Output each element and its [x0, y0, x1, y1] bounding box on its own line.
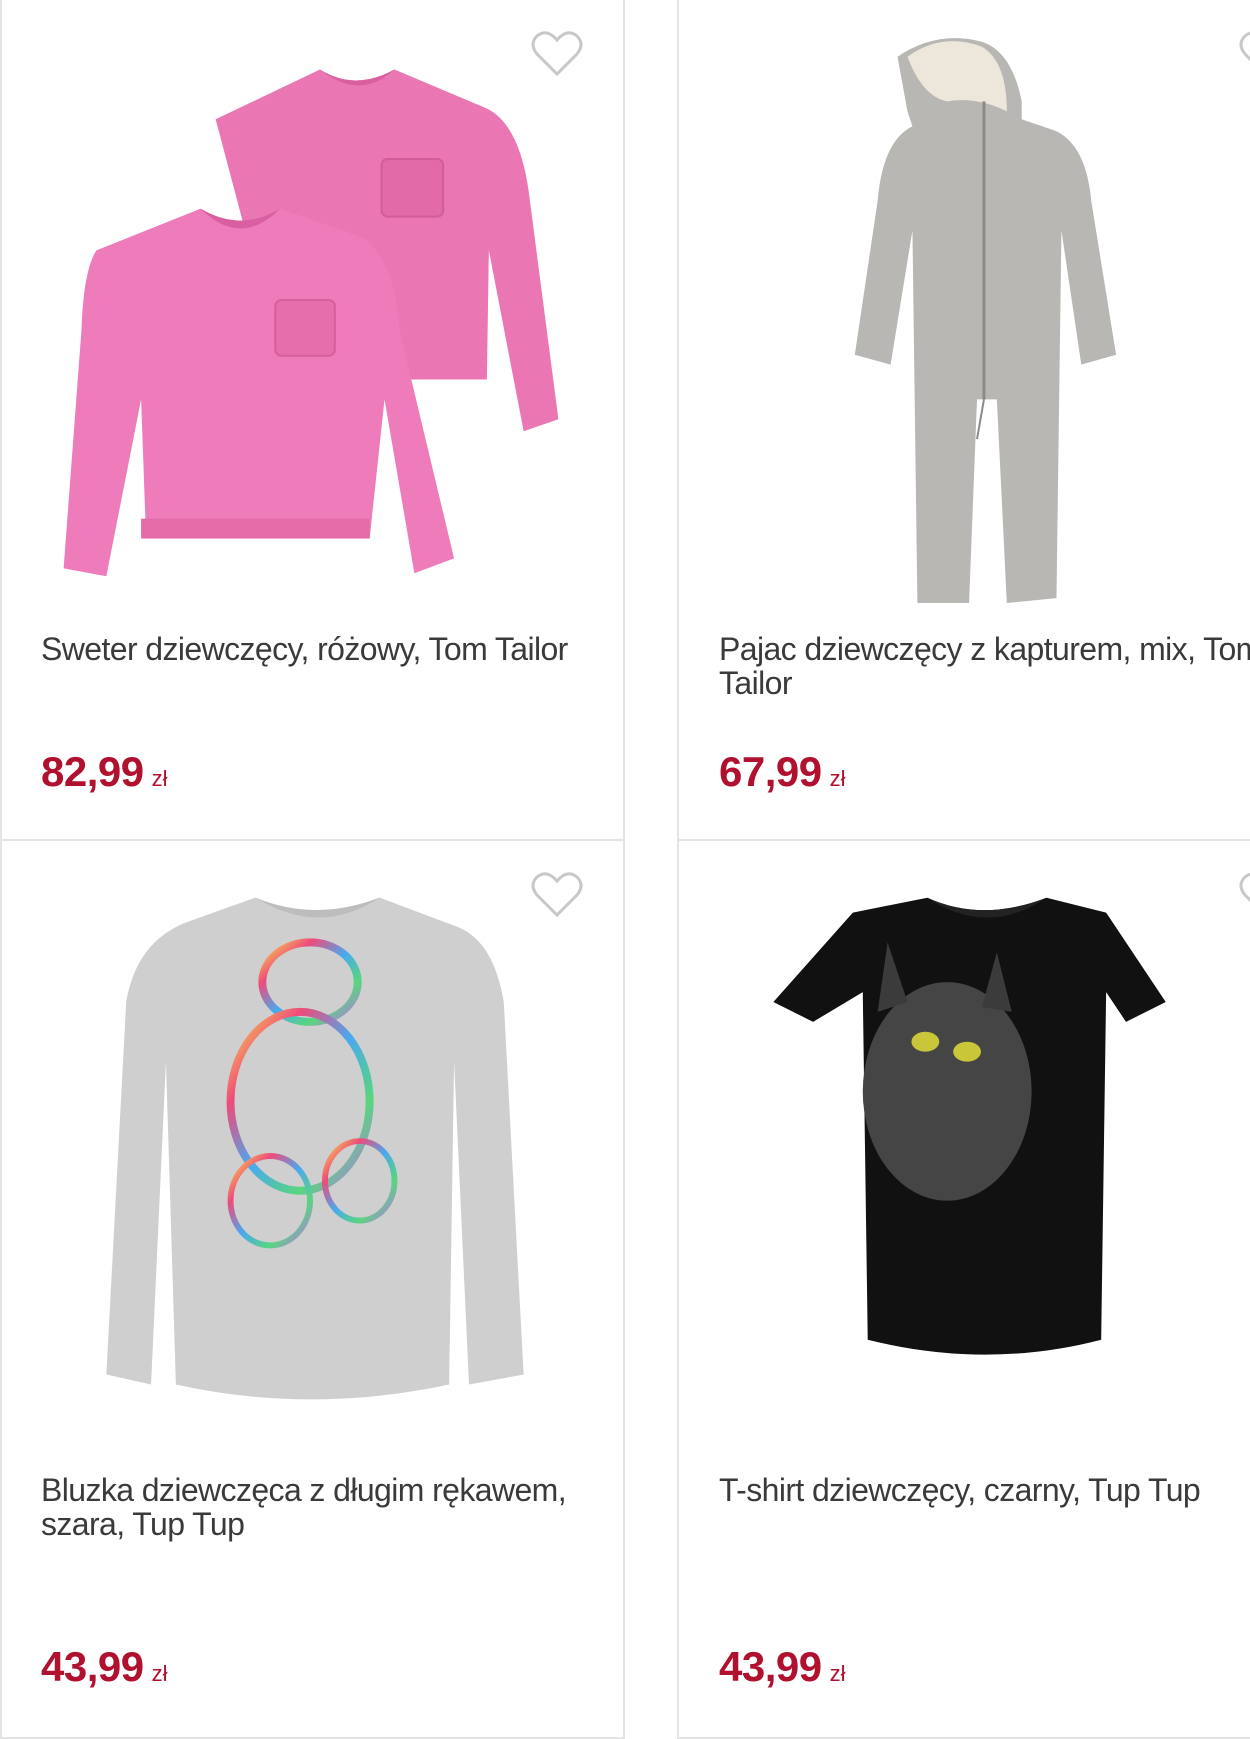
product-title[interactable]: Bluzka dziewczęca z długim rękawem, szar…	[41, 1473, 581, 1541]
product-grid: Sweter dziewczęcy, różowy, Tom Tailor 82…	[0, 0, 1250, 1739]
price-currency: zł	[829, 1661, 846, 1686]
product-title[interactable]: Sweter dziewczęcy, różowy, Tom Tailor	[41, 632, 581, 666]
product-card[interactable]: Sweter dziewczęcy, różowy, Tom Tailor 82…	[0, 0, 625, 841]
price-amount: 43,99	[41, 1643, 144, 1690]
product-card[interactable]: Pajac dziewczęcy z kapturem, mix, Tom Ta…	[677, 0, 1250, 841]
product-price: 82,99 zł	[41, 748, 168, 796]
product-image[interactable]	[2, 841, 623, 1461]
product-image[interactable]	[2, 0, 623, 620]
favorite-heart-icon[interactable]	[531, 30, 583, 78]
favorite-heart-icon[interactable]	[531, 871, 583, 919]
price-currency: zł	[829, 766, 846, 791]
product-card[interactable]: T-shirt dziewczęcy, czarny, Tup Tup 43,9…	[677, 839, 1250, 1739]
price-currency: zł	[151, 1661, 168, 1686]
favorite-heart-icon[interactable]	[1239, 871, 1250, 919]
product-image[interactable]	[679, 0, 1250, 620]
product-price: 43,99 zł	[41, 1643, 168, 1691]
product-title[interactable]: Pajac dziewczęcy z kapturem, mix, Tom Ta…	[719, 632, 1250, 700]
product-image[interactable]	[679, 841, 1250, 1461]
price-amount: 67,99	[719, 748, 822, 795]
price-amount: 43,99	[719, 1643, 822, 1690]
price-amount: 82,99	[41, 748, 144, 795]
product-title[interactable]: T-shirt dziewczęcy, czarny, Tup Tup	[719, 1473, 1250, 1507]
product-price: 67,99 zł	[719, 748, 846, 796]
favorite-heart-icon[interactable]	[1239, 30, 1250, 78]
product-price: 43,99 zł	[719, 1643, 846, 1691]
price-currency: zł	[151, 766, 168, 791]
product-card[interactable]: Bluzka dziewczęca z długim rękawem, szar…	[0, 839, 625, 1739]
